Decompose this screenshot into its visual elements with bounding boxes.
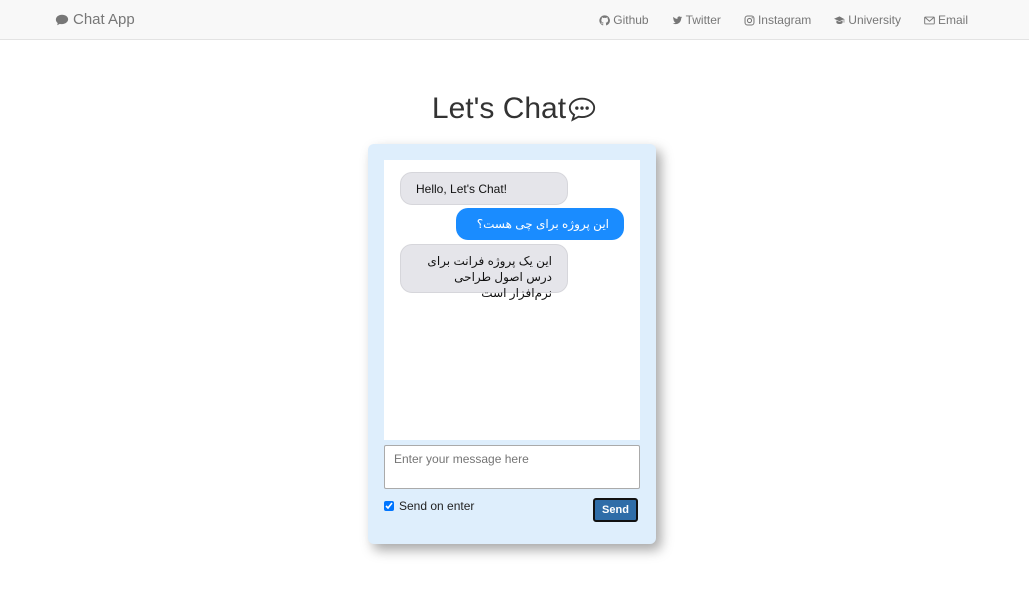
graduation-cap-icon	[834, 15, 845, 24]
page-title-row: Let's Chat	[0, 92, 1029, 126]
github-icon	[599, 14, 611, 25]
nav-link-label: University	[848, 13, 901, 27]
comment-icon	[55, 14, 69, 25]
send-button[interactable]: Send	[593, 498, 638, 522]
envelope-icon	[924, 16, 935, 24]
nav-links: Github Twitter Instagram University Emai…	[599, 13, 968, 27]
navbar: Chat App Github Twitter Instagram Univer…	[0, 0, 1029, 40]
message-text: این یک پروژه فرانت برای درس اصول طراحی ن…	[427, 254, 552, 300]
nav-link-label: Instagram	[757, 13, 812, 27]
brand-link[interactable]: Chat App	[55, 11, 135, 28]
nav-link-twitter[interactable]: Twitter	[672, 13, 721, 27]
message-incoming: Hello, Let's Chat!	[400, 172, 568, 205]
nav-link-label: Twitter	[685, 13, 721, 27]
brand-label: Chat App	[73, 11, 135, 28]
message-text: این پروژه برای چی هست؟	[476, 217, 609, 231]
message-list: Hello, Let's Chat! این پروژه برای چی هست…	[384, 160, 640, 440]
chat-card: Hello, Let's Chat! این پروژه برای چی هست…	[368, 144, 656, 544]
message-input[interactable]	[384, 445, 640, 489]
send-on-enter-label: Send on enter	[399, 499, 475, 513]
page-title: Let's Chat	[431, 92, 567, 125]
message-text: Hello, Let's Chat!	[416, 182, 508, 196]
twitter-icon	[672, 15, 682, 24]
instagram-icon	[744, 15, 755, 25]
nav-link-github[interactable]: Github	[599, 13, 649, 27]
send-on-enter-toggle[interactable]: Send on enter	[384, 499, 474, 513]
message-incoming: این یک پروژه فرانت برای درس اصول طراحی ن…	[400, 244, 568, 300]
send-on-enter-checkbox[interactable]	[384, 501, 394, 511]
nav-link-label: Email	[937, 13, 968, 27]
nav-link-instagram[interactable]: Instagram	[744, 13, 811, 27]
nav-link-email[interactable]: Email	[924, 13, 968, 27]
chat-bubble-icon	[568, 97, 596, 122]
nav-link-university[interactable]: University	[834, 13, 901, 27]
message-outgoing: این پروژه برای چی هست؟	[456, 208, 624, 240]
nav-link-label: Github	[613, 13, 649, 27]
